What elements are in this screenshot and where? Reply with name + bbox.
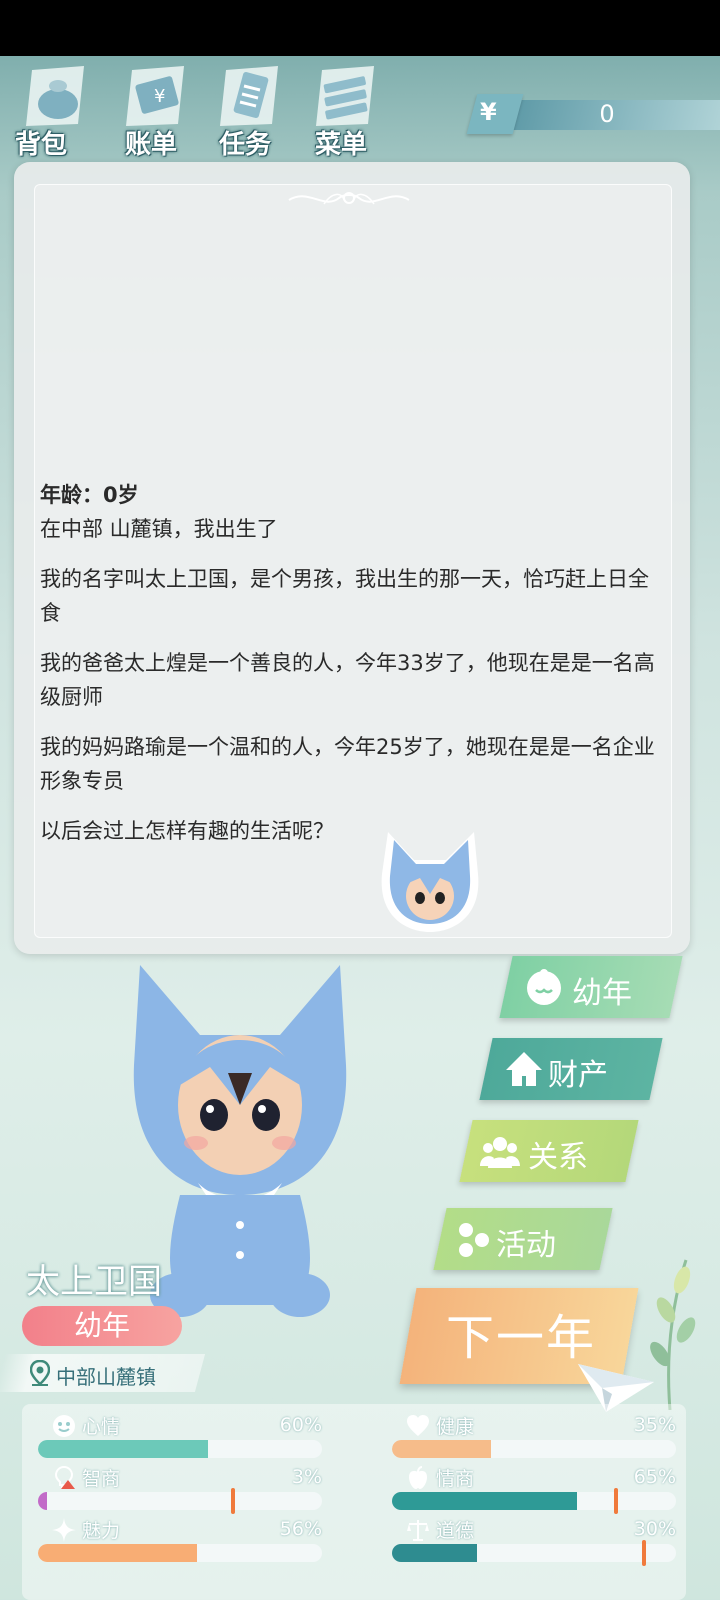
stat-marker: [641, 1540, 646, 1566]
bill-button[interactable]: ¥ 账单: [106, 62, 196, 160]
activities-button-label: 活动: [496, 1228, 556, 1263]
story-line: 我的名字叫太上卫国，是个男孩，我出生的那一天，恰巧赶上日全食: [40, 567, 649, 625]
story-age: 年龄：0岁: [40, 483, 139, 507]
menu-button[interactable]: 菜单: [296, 62, 386, 160]
bag-icon: [26, 66, 84, 126]
stat-track: [38, 1488, 322, 1514]
assets-button-label: 财产: [548, 1058, 608, 1093]
stage-button[interactable]: 幼年: [499, 956, 683, 1018]
stat-value: 65%: [633, 1466, 676, 1488]
story-line: 以后会过上怎样有趣的生活呢？: [40, 819, 334, 843]
stat-fill: [392, 1492, 577, 1510]
activity-dots-icon: [459, 1223, 489, 1257]
activities-button[interactable]: 活动: [433, 1208, 613, 1270]
stat-fill: [392, 1544, 478, 1562]
stat-value: 60%: [279, 1414, 322, 1436]
character-name: 太上卫国: [26, 1262, 162, 1302]
stat-fill: [38, 1492, 47, 1510]
house-icon: [506, 1052, 542, 1086]
stat-eq: 情商 65%: [392, 1464, 676, 1514]
baby-face-sticker: [381, 832, 479, 932]
location-pin-icon: [30, 1360, 50, 1386]
stat-charm: 魅力 56%: [38, 1516, 322, 1564]
stage-button-label: 幼年: [572, 976, 632, 1011]
story-text: 年龄：0岁 在中部 山麓镇，我出生了 我的名字叫太上卫国，是个男孩，我出生的那一…: [40, 478, 660, 864]
relations-button-label: 关系: [528, 1140, 588, 1175]
svg-text:¥: ¥: [154, 86, 165, 107]
stat-value: 3%: [291, 1466, 322, 1488]
stat-label: 道德: [436, 1520, 475, 1542]
next-year-label: 下一年: [446, 1310, 597, 1366]
flourish-ornament: [288, 192, 410, 205]
lightbulb-icon: [54, 1466, 75, 1489]
tasks-label: 任务: [218, 130, 271, 160]
status-bar: [0, 0, 720, 56]
story-line: 在中部 山麓镇，我出生了: [40, 517, 278, 541]
stat-fill: [38, 1544, 198, 1562]
story-line: 我的妈妈路瑜是一个温和的人，今年25岁了，她现在是是一名企业形象专员: [40, 735, 655, 793]
stat-label: 智商: [82, 1468, 121, 1490]
bill-label: 账单: [124, 130, 177, 160]
stat-label: 魅力: [82, 1520, 121, 1542]
relations-button[interactable]: 关系: [459, 1120, 639, 1182]
menu-label: 菜单: [314, 130, 367, 160]
stat-track: [38, 1544, 322, 1562]
stat-track: [38, 1440, 322, 1458]
stat-morality: 道德 30%: [392, 1516, 676, 1566]
yen-icon: ¥: [480, 98, 497, 126]
stat-track: [392, 1540, 676, 1566]
stat-fill: [38, 1440, 209, 1458]
money-value: 0: [599, 100, 615, 128]
menu-icon: [316, 66, 374, 126]
bag-button[interactable]: 背包: [6, 62, 96, 160]
smiley-icon: [53, 1415, 75, 1437]
bill-icon: ¥: [126, 66, 184, 126]
bag-label: 背包: [14, 130, 67, 160]
stat-label: 健康: [436, 1416, 475, 1438]
stat-health: 健康 35%: [392, 1412, 676, 1460]
stat-value: 30%: [633, 1518, 676, 1540]
stat-marker: [231, 1488, 236, 1514]
sparkle-icon: [52, 1518, 76, 1542]
tasks-button[interactable]: 任务: [200, 62, 290, 160]
people-icon: [480, 1137, 520, 1168]
stat-track: [392, 1440, 676, 1458]
apple-icon: [409, 1466, 427, 1489]
baby-face-icon: [527, 969, 561, 1005]
stat-track: [392, 1488, 676, 1514]
heart-icon: [407, 1415, 429, 1436]
scales-icon: [407, 1520, 429, 1541]
story-line: 我的爸爸太上煌是一个善良的人，今年33岁了，他现在是是一名高级厨师: [40, 651, 655, 709]
stat-value: 35%: [633, 1414, 676, 1436]
stat-marker: [613, 1488, 618, 1514]
stat-mood: 心情 60%: [38, 1412, 322, 1460]
money-display: ¥ 0: [462, 94, 720, 134]
assets-button[interactable]: 财产: [479, 1038, 663, 1100]
stat-label: 情商: [436, 1468, 475, 1490]
stat-fill: [392, 1440, 492, 1458]
stat-label: 心情: [82, 1416, 121, 1438]
location-text: 中部山麓镇: [56, 1365, 156, 1389]
stat-iq: 智商 3%: [38, 1464, 322, 1514]
stat-value: 56%: [279, 1518, 322, 1540]
tasks-icon: [220, 66, 278, 126]
character-stage-badge: 幼年: [22, 1306, 182, 1346]
